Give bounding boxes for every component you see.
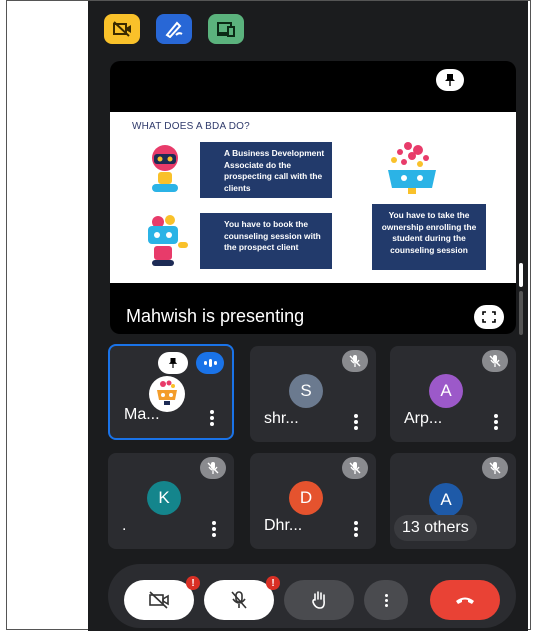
pinned-badge[interactable] xyxy=(158,352,188,374)
top-toolbar xyxy=(88,1,528,59)
call-controls: ! ! xyxy=(108,564,516,628)
robot-illustration xyxy=(152,145,178,192)
more-options-icon[interactable] xyxy=(354,414,358,430)
mic-off-icon xyxy=(342,457,368,479)
more-options-button[interactable] xyxy=(364,580,408,620)
scrollbar-track xyxy=(519,291,523,335)
mic-off-icon xyxy=(342,350,368,372)
raise-hand-button[interactable] xyxy=(284,580,354,620)
participant-tile[interactable]: D Dhr... xyxy=(250,453,376,549)
presenting-label: Mahwish is presenting xyxy=(126,306,305,326)
more-options-icon[interactable] xyxy=(354,521,358,537)
mic-alert-badge: ! xyxy=(266,576,280,590)
pin-icon xyxy=(168,358,178,368)
others-tile[interactable]: A 13 others xyxy=(390,453,516,549)
pin-button[interactable] xyxy=(436,69,464,91)
devices-icon xyxy=(217,22,235,37)
avatar: A xyxy=(429,483,463,517)
slide-title: WHAT DOES A BDA DO? xyxy=(132,121,250,132)
camera-off-toggle[interactable] xyxy=(104,14,140,44)
participant-tile[interactable]: Ma... xyxy=(108,344,234,440)
avatar: S xyxy=(289,374,323,408)
participant-name: shr... xyxy=(264,410,299,427)
participant-name: Ma... xyxy=(124,406,160,423)
slide-box-booking: You have to book the counseling session … xyxy=(200,213,332,269)
slide-box-ownership: You have to take the ownership enrolling… xyxy=(372,204,486,270)
avatar: D xyxy=(289,481,323,515)
scrollbar-thumb[interactable] xyxy=(519,263,523,287)
devices-button[interactable] xyxy=(208,14,244,44)
hang-up-icon xyxy=(456,597,474,604)
fullscreen-button[interactable] xyxy=(474,305,504,329)
mic-toggle-button[interactable]: ! xyxy=(204,576,280,620)
meet-app: WHAT DOES A BDA DO? A Business Developme… xyxy=(88,1,528,631)
more-options-icon[interactable] xyxy=(212,521,216,537)
robot-illustration xyxy=(388,142,436,194)
participant-tile[interactable]: S shr... xyxy=(250,346,376,442)
avatar: K xyxy=(147,481,181,515)
camera-toggle-button[interactable]: ! xyxy=(124,576,200,620)
mic-off-icon xyxy=(482,350,508,372)
pin-icon xyxy=(445,74,455,86)
participant-name: Dhr... xyxy=(264,517,303,534)
others-count-label: 13 others xyxy=(394,515,477,541)
avatar: A xyxy=(429,374,463,408)
end-call-button[interactable] xyxy=(430,580,500,620)
slide-box-prospecting: A Business Development Associate do the … xyxy=(200,142,332,198)
presentation-view[interactable]: WHAT DOES A BDA DO? A Business Developme… xyxy=(110,61,516,334)
mic-off-icon xyxy=(200,457,226,479)
annotate-button[interactable] xyxy=(156,14,192,44)
pen-annotate-icon xyxy=(165,21,183,38)
raise-hand-icon xyxy=(312,591,325,609)
robot-illustration xyxy=(148,215,188,266)
fullscreen-icon xyxy=(482,311,496,323)
speaking-indicator xyxy=(196,352,224,374)
no-video-camera-icon xyxy=(113,21,131,37)
camera-alert-badge: ! xyxy=(186,576,200,590)
more-options-icon[interactable] xyxy=(210,410,214,426)
participant-name: . xyxy=(122,517,127,534)
audio-level-icon xyxy=(203,359,217,367)
more-vert-icon xyxy=(384,593,388,607)
shared-slide: WHAT DOES A BDA DO? A Business Developme… xyxy=(110,112,516,283)
more-options-icon[interactable] xyxy=(494,414,498,430)
mic-off-icon xyxy=(231,591,247,609)
participant-name: Arp... xyxy=(404,410,443,427)
mic-off-icon xyxy=(482,457,508,479)
participant-tile[interactable]: K . xyxy=(108,453,234,549)
participant-tile[interactable]: A Arp... xyxy=(390,346,516,442)
video-off-icon xyxy=(149,591,169,609)
